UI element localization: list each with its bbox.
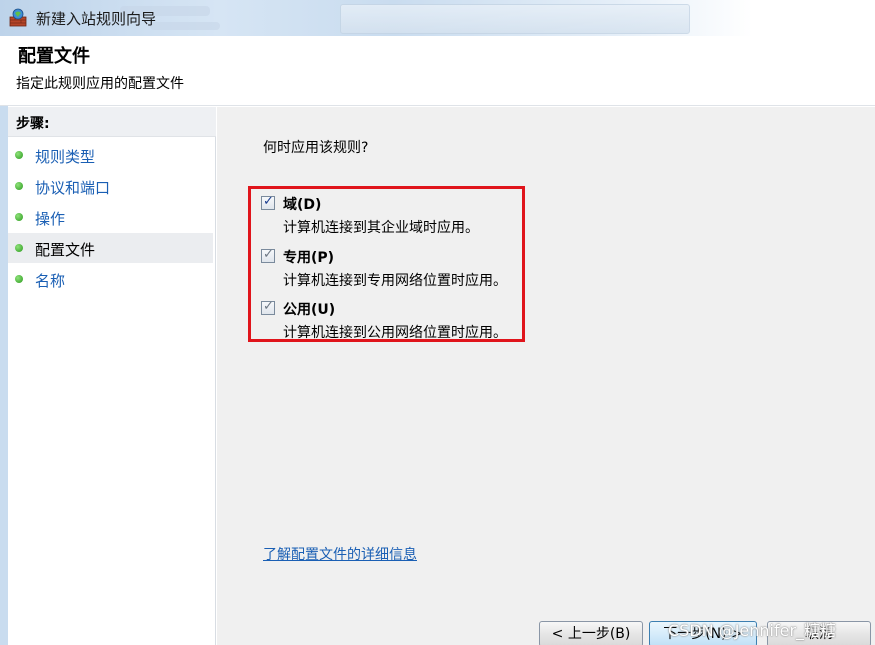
- option-description: 计算机连接到其企业域时应用。: [283, 220, 479, 236]
- step-name[interactable]: 名称: [8, 264, 213, 294]
- step-action[interactable]: 操作: [8, 202, 213, 232]
- window-frame-edge: [0, 36, 8, 645]
- content-pane: 何时应用该规则? ✓ 域(D) 计算机连接到其企业域时应用。 ✓ 专用(P) 计…: [217, 107, 875, 645]
- step-status-icon: [15, 151, 23, 159]
- option-name: 公用(U): [283, 302, 336, 318]
- public-checkbox[interactable]: ✓: [261, 299, 275, 315]
- background-window-blur: [340, 4, 690, 34]
- option-name: 专用(P): [283, 250, 335, 266]
- page-header: 配置文件 指定此规则应用的配置文件: [0, 36, 875, 106]
- step-label: 规则类型: [35, 148, 96, 166]
- step-status-icon: [15, 182, 23, 190]
- checkmark-icon: ✓: [263, 194, 274, 209]
- steps-pane: 步骤: 规则类型 协议和端口 操作 配置文件 名称: [8, 107, 216, 645]
- steps-heading-label: 步骤:: [16, 116, 50, 132]
- option-name: 域(D): [283, 197, 322, 213]
- option-description: 计算机连接到公用网络位置时应用。: [283, 325, 507, 341]
- step-label: 操作: [35, 210, 66, 228]
- domain-checkbox[interactable]: ✓: [261, 194, 275, 210]
- checkmark-icon: ✓: [263, 247, 274, 262]
- window-title: 新建入站规则向导: [36, 10, 157, 28]
- learn-more-link[interactable]: 了解配置文件的详细信息: [263, 544, 417, 564]
- question-text: 何时应用该规则?: [263, 140, 369, 156]
- option-description: 计算机连接到专用网络位置时应用。: [283, 273, 507, 289]
- firewall-wizard-icon: [9, 8, 27, 27]
- step-status-icon: [15, 213, 23, 221]
- step-protocol-ports[interactable]: 协议和端口: [8, 171, 213, 201]
- step-profile[interactable]: 配置文件: [8, 233, 213, 263]
- watermark: CSDN @Jennifer_糖糖: [668, 621, 837, 640]
- step-status-icon: [15, 275, 23, 283]
- steps-heading: 步骤:: [8, 107, 216, 137]
- private-checkbox[interactable]: ✓: [261, 247, 275, 263]
- step-label: 名称: [35, 272, 66, 290]
- step-rule-type[interactable]: 规则类型: [8, 140, 213, 170]
- page-title: 配置文件: [18, 46, 90, 67]
- step-label: 配置文件: [35, 241, 96, 259]
- checkmark-icon: ✓: [263, 299, 274, 314]
- step-status-icon: [15, 244, 23, 252]
- title-bar: 新建入站规则向导: [0, 0, 875, 36]
- step-label: 协议和端口: [35, 179, 111, 197]
- back-button[interactable]: < 上一步(B): [539, 621, 643, 645]
- background-window-blur: [150, 22, 220, 30]
- page-subtitle: 指定此规则应用的配置文件: [16, 76, 184, 92]
